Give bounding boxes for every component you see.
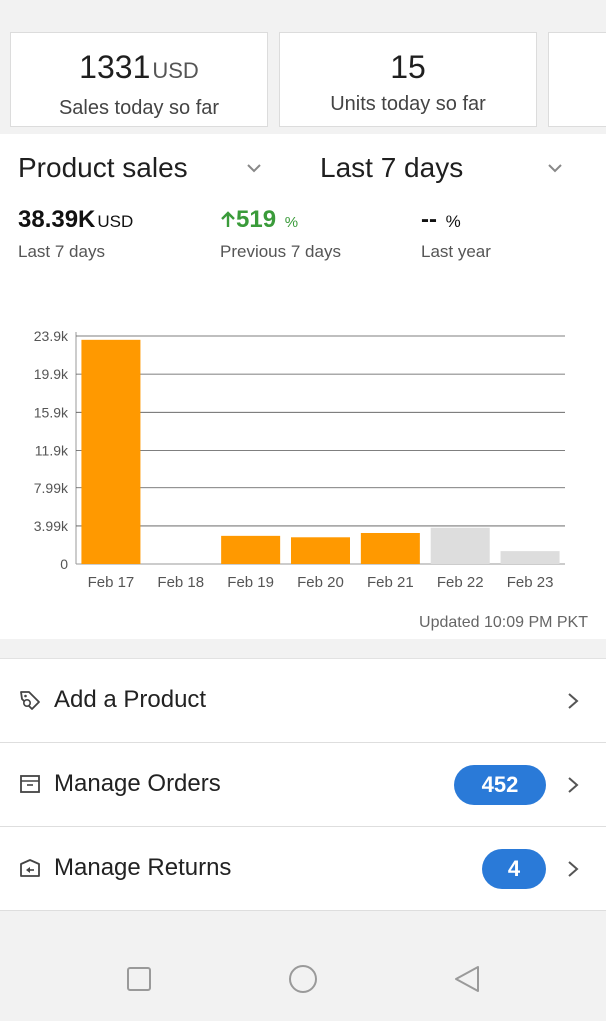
y-tick-label: 7.99k [34, 480, 69, 496]
previous-period-unit: % [284, 214, 299, 231]
sales-today-value-row: 1331USD [11, 49, 267, 89]
box-icon [20, 775, 40, 793]
current-sales-value: 38.39K [18, 206, 96, 233]
y-tick-label: 0 [60, 556, 68, 572]
bar-feb-19 [221, 535, 281, 564]
units-today-value-row: 15 [280, 49, 536, 85]
period-dropdown[interactable]: Last 7 days [320, 152, 463, 184]
sales-bar-chart-svg: 0 3.99k 7.99k 11.9k 15.9k 19.9k 23.9k Feb 17 Feb… [34, 328, 565, 591]
current-sales-value-row: 38.39K USD [18, 206, 133, 234]
last-year-value: -- [421, 206, 437, 233]
current-sales-unit: USD [97, 212, 134, 231]
manage-orders-row[interactable]: Manage Orders 452 [0, 743, 606, 827]
manage-orders-label: Manage Orders [54, 770, 221, 797]
chevron-down-icon[interactable] [244, 158, 264, 178]
sales-panel: Product sales Last 7 days 38.39K USD Last… [0, 134, 606, 639]
stats-strip[interactable]: 1331USD Sales today so far 15 Units toda… [0, 22, 606, 134]
chevron-down-icon[interactable] [545, 158, 565, 178]
previous-period-label: Previous 7 days [220, 242, 341, 261]
home-icon[interactable] [288, 964, 318, 994]
manage-returns-label: Manage Returns [54, 854, 232, 881]
y-tick-label: 3.99k [34, 518, 69, 534]
x-tick-label: Feb 19 [227, 574, 274, 591]
y-tick-label: 19.9k [34, 366, 69, 382]
sales-today-card[interactable]: 1331USD Sales today so far [10, 32, 268, 127]
add-product-label: Add a Product [54, 686, 207, 713]
add-product-row[interactable]: Add a Product [0, 659, 606, 743]
sales-today-label: Sales today so far [58, 97, 220, 119]
previous-period-value: 519 [236, 206, 277, 233]
previous-period-metric: 519 % Previous 7 days [220, 206, 341, 262]
x-tick-label: Feb 18 [157, 574, 204, 591]
units-today-label: Units today so far [330, 93, 486, 115]
bar-feb-17 [81, 339, 141, 564]
sales-today-value: 1331 [79, 49, 151, 85]
system-nav-bar [0, 940, 606, 1021]
arrow-up-icon [221, 211, 235, 227]
y-tick-label: 15.9k [34, 404, 69, 420]
sales-today-unit: USD [152, 58, 199, 83]
x-tick-label: Feb 23 [507, 574, 554, 591]
metric-dropdown[interactable]: Product sales [18, 152, 188, 184]
sales-bar-chart: 0 3.99k 7.99k 11.9k 15.9k 19.9k 23.9k Feb 17 Feb… [0, 314, 606, 604]
next-stat-card[interactable] [548, 32, 606, 127]
updated-timestamp: Updated 10:09 PM PKT [419, 614, 588, 631]
last-year-label: Last year [421, 242, 491, 261]
tag-icon [20, 691, 40, 710]
x-tick-label: Feb 17 [88, 574, 135, 591]
units-today-value: 15 [390, 49, 426, 85]
returns-count-badge: 4 [482, 849, 546, 889]
bar-feb-22 [430, 527, 490, 564]
return-box-icon [20, 859, 40, 877]
bar-feb-20 [291, 537, 350, 564]
x-tick-label: Feb 22 [437, 574, 484, 591]
last-year-unit: % [445, 212, 461, 231]
chevron-right-icon [568, 693, 579, 709]
orders-count-badge: 452 [454, 765, 546, 805]
y-tick-label: 11.9k [35, 442, 69, 458]
recent-apps-icon[interactable] [124, 964, 154, 994]
units-today-card[interactable]: 15 Units today so far [279, 32, 537, 127]
last-year-metric: -- % Last year [421, 206, 491, 262]
current-sales-metric: 38.39K USD Last 7 days [18, 206, 133, 262]
current-sales-label: Last 7 days [18, 242, 105, 261]
bar-feb-23 [500, 551, 560, 564]
y-tick-label: 23.9k [34, 328, 69, 344]
manage-returns-row[interactable]: Manage Returns 4 [0, 827, 606, 911]
back-icon[interactable] [452, 964, 482, 994]
actions-list: Add a Product Manage Orders 452 Manage R… [0, 658, 606, 911]
bar-feb-21 [360, 532, 420, 564]
chevron-right-icon [568, 777, 579, 793]
x-tick-label: Feb 21 [367, 574, 414, 591]
previous-period-value-row: 519 % [220, 206, 341, 234]
seller-dashboard: 1331USD Sales today so far 15 Units toda… [0, 0, 606, 1021]
x-tick-label: Feb 20 [297, 574, 344, 591]
last-year-value-row: -- % [421, 206, 491, 234]
chevron-right-icon [568, 861, 579, 877]
